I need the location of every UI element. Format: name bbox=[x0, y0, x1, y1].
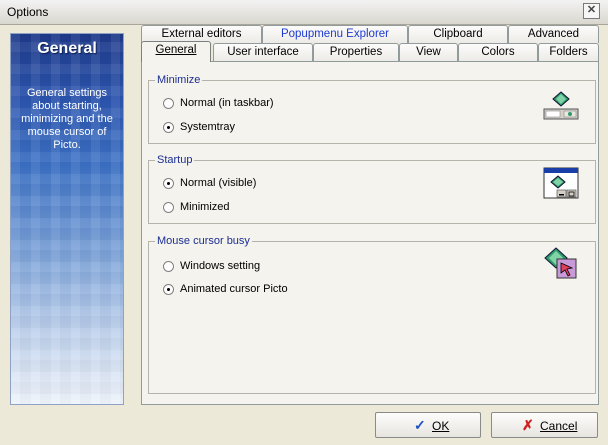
tab-label: User interface bbox=[227, 46, 299, 58]
close-button[interactable]: ✕ bbox=[583, 3, 600, 19]
radio-label: Windows setting bbox=[180, 260, 261, 272]
radio-circle bbox=[163, 261, 174, 272]
tab-view[interactable]: View bbox=[399, 43, 458, 61]
radio-circle bbox=[163, 284, 174, 295]
tab-label: Clipboard bbox=[433, 28, 483, 40]
tab-folders[interactable]: Folders bbox=[538, 43, 599, 61]
tab-label: Properties bbox=[329, 46, 383, 58]
sidebar-title: General bbox=[37, 40, 97, 57]
tab-label: General bbox=[155, 44, 197, 56]
tab-label: View bbox=[416, 46, 441, 58]
cursor-pie-icon bbox=[544, 247, 577, 279]
window-title: Options bbox=[7, 5, 49, 19]
checkmark-icon: ✓ bbox=[414, 417, 426, 433]
tab-user-interface[interactable]: User interface bbox=[213, 43, 313, 61]
button-bar: ✓ OK ✗ Cancel bbox=[0, 407, 608, 445]
x-icon: ✗ bbox=[522, 417, 534, 433]
mouse-cursor-busy-group: Mouse cursor busy Windows setting Animat… bbox=[148, 235, 596, 394]
tab-properties[interactable]: Properties bbox=[313, 43, 399, 61]
startup-group-label: Startup bbox=[155, 154, 195, 166]
radio-circle bbox=[163, 178, 174, 189]
tab-popupmenu-explorer[interactable]: Popupmenu Explorer bbox=[262, 25, 408, 43]
radio-circle bbox=[163, 122, 174, 133]
tab-label: External editors bbox=[161, 28, 242, 40]
tab-label: Colors bbox=[481, 46, 515, 58]
radio-label: Normal (visible) bbox=[180, 177, 257, 189]
startup-group: Startup Normal (visible) Minimized bbox=[148, 154, 596, 224]
radio-circle bbox=[163, 202, 174, 213]
ok-button-label: OK bbox=[432, 419, 450, 433]
sidebar-banner: General General settings about starting,… bbox=[10, 33, 124, 405]
sidebar-description: General settings about starting, minimiz… bbox=[21, 87, 113, 151]
tab-label: Folders bbox=[549, 46, 588, 58]
window-pie-icon bbox=[543, 167, 579, 199]
radio-label: Systemtray bbox=[180, 121, 236, 133]
cancel-button-label: Cancel bbox=[540, 419, 578, 433]
radio-label: Minimized bbox=[180, 201, 230, 213]
tray-pie-icon bbox=[543, 91, 579, 120]
tab-colors[interactable]: Colors bbox=[458, 43, 538, 61]
close-icon: ✕ bbox=[586, 4, 597, 16]
ok-button[interactable]: ✓ OK bbox=[375, 412, 481, 438]
minimize-group-label: Minimize bbox=[155, 74, 203, 86]
minimize-group: Minimize Normal (in taskbar) Systemtray bbox=[148, 74, 596, 144]
tab-panel-general: Minimize Normal (in taskbar) Systemtray … bbox=[141, 61, 599, 405]
tab-advanced[interactable]: Advanced bbox=[508, 25, 599, 43]
cancel-button[interactable]: ✗ Cancel bbox=[491, 412, 598, 438]
mouse-cursor-busy-group-label: Mouse cursor busy bbox=[155, 235, 252, 247]
radio-label: Animated cursor Picto bbox=[180, 283, 288, 295]
radio-label: Normal (in taskbar) bbox=[180, 97, 274, 109]
radio-circle bbox=[163, 98, 174, 109]
tab-general[interactable]: General bbox=[141, 41, 211, 62]
tab-clipboard[interactable]: Clipboard bbox=[408, 25, 508, 43]
tab-label: Popupmenu Explorer bbox=[280, 28, 390, 40]
title-bar: Options ✕ bbox=[0, 0, 608, 25]
tab-label: Advanced bbox=[527, 28, 580, 40]
